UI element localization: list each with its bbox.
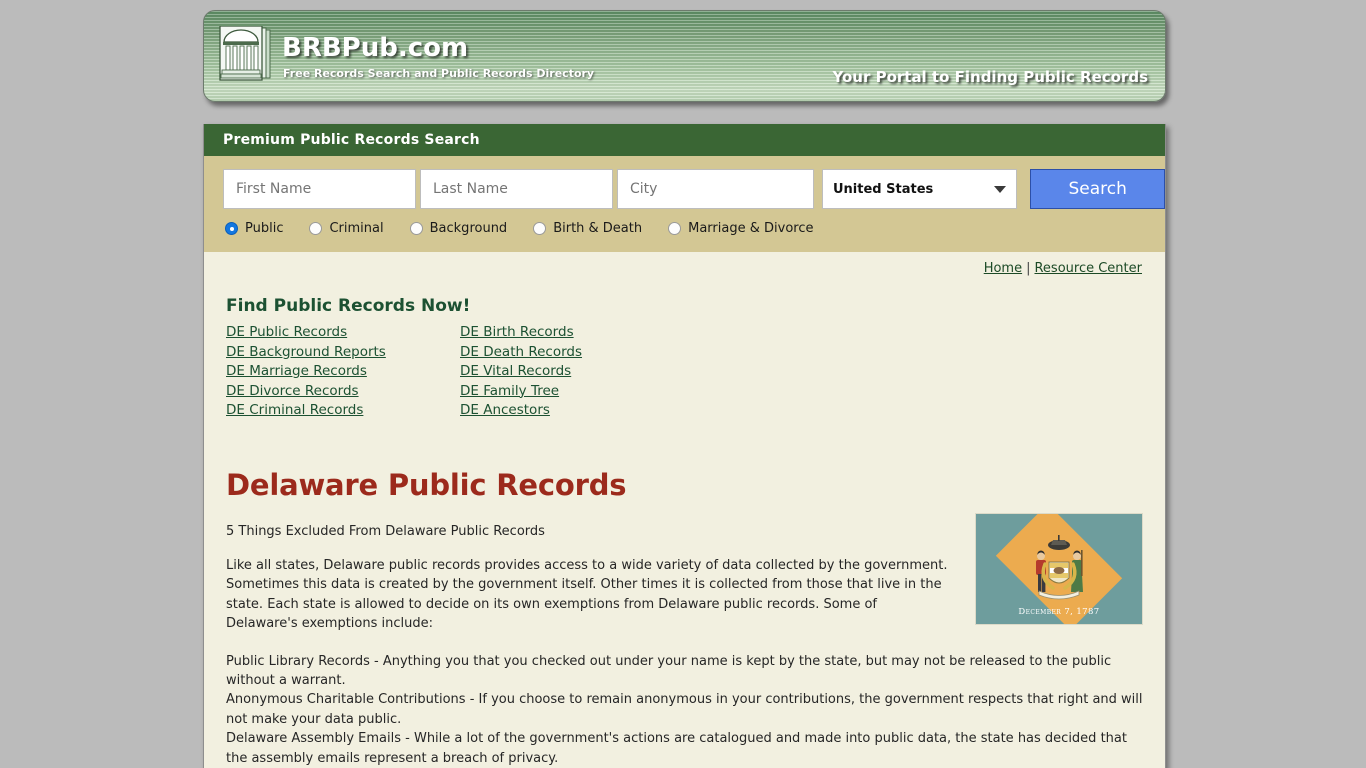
article-exclusions: Public Library Records - Anything you th… bbox=[226, 652, 1146, 768]
first-name-input[interactable] bbox=[223, 169, 416, 209]
radio-birth-death[interactable]: Birth & Death bbox=[533, 221, 642, 236]
search-panel-title: Premium Public Records Search bbox=[204, 124, 1165, 156]
main-panel: Premium Public Records Search United Sta… bbox=[203, 124, 1166, 768]
link-de-family-tree[interactable]: DE Family Tree bbox=[460, 382, 694, 402]
flag-coat-of-arms-icon bbox=[1027, 534, 1091, 600]
radio-background[interactable]: Background bbox=[409, 221, 508, 236]
delaware-state-flag: December 7, 1787 bbox=[975, 513, 1143, 625]
radio-marriage-divorce[interactable]: Marriage & Divorce bbox=[668, 221, 813, 236]
link-de-background-reports[interactable]: DE Background Reports bbox=[226, 343, 460, 363]
link-de-public-records[interactable]: DE Public Records bbox=[226, 323, 460, 343]
radio-background-label: Background bbox=[429, 221, 508, 236]
article-intro: Like all states, Delaware public records… bbox=[226, 557, 948, 632]
radio-background-dot[interactable] bbox=[409, 222, 423, 235]
home-link[interactable]: Home bbox=[984, 261, 1022, 276]
link-de-divorce-records[interactable]: DE Divorce Records bbox=[226, 382, 460, 402]
page-root: BRBPub.com Free Records Search and Publi… bbox=[0, 0, 1366, 768]
radio-public-label: Public bbox=[245, 221, 284, 236]
page-title: Delaware Public Records bbox=[226, 467, 627, 502]
exclusion-item-3: Delaware Assembly Emails - While a lot o… bbox=[226, 731, 1127, 766]
resource-center-link[interactable]: Resource Center bbox=[1034, 261, 1142, 276]
radio-public-dot[interactable] bbox=[225, 222, 238, 235]
radio-birth-death-dot[interactable] bbox=[533, 222, 547, 235]
country-select-value: United States bbox=[833, 181, 934, 197]
search-form: United States Search Public Criminal Bac… bbox=[204, 156, 1165, 252]
radio-birth-death-label: Birth & Death bbox=[553, 221, 643, 236]
link-de-ancestors[interactable]: DE Ancestors bbox=[460, 401, 694, 421]
radio-criminal-label: Criminal bbox=[329, 221, 384, 236]
site-banner: BRBPub.com Free Records Search and Publi… bbox=[203, 10, 1166, 102]
search-type-radio-group: Public Criminal Background Birth & Death… bbox=[204, 221, 1165, 236]
find-records-column-right: DE Birth Records DE Death Records DE Vit… bbox=[460, 323, 694, 421]
breadcrumb-separator: | bbox=[1026, 261, 1031, 276]
radio-criminal[interactable]: Criminal bbox=[309, 221, 384, 236]
find-records-column-left: DE Public Records DE Background Reports … bbox=[226, 323, 460, 421]
link-de-birth-records[interactable]: DE Birth Records bbox=[460, 323, 694, 343]
radio-criminal-dot[interactable] bbox=[309, 222, 323, 235]
chevron-down-icon bbox=[994, 185, 1007, 193]
country-select[interactable]: United States bbox=[822, 169, 1018, 209]
exclusion-item-2: Anonymous Charitable Contributions - If … bbox=[226, 692, 1143, 727]
last-name-input[interactable] bbox=[420, 169, 613, 209]
find-records-links: DE Public Records DE Background Reports … bbox=[226, 323, 1165, 421]
link-de-death-records[interactable]: DE Death Records bbox=[460, 343, 694, 363]
radio-marriage-divorce-dot[interactable] bbox=[668, 222, 682, 235]
find-records-heading: Find Public Records Now! bbox=[226, 296, 471, 316]
link-de-vital-records[interactable]: DE Vital Records bbox=[460, 362, 694, 382]
search-button[interactable]: Search bbox=[1030, 169, 1165, 209]
city-input[interactable] bbox=[617, 169, 814, 209]
brand-subtitle: Free Records Search and Public Records D… bbox=[283, 67, 595, 80]
radio-marriage-divorce-label: Marriage & Divorce bbox=[688, 221, 814, 236]
flag-date-text: December 7, 1787 bbox=[1018, 607, 1100, 617]
brand-title: BRBPub.com bbox=[282, 33, 469, 63]
radio-public[interactable]: Public bbox=[225, 221, 283, 236]
link-de-criminal-records[interactable]: DE Criminal Records bbox=[226, 401, 460, 421]
breadcrumb: Home | Resource Center bbox=[204, 252, 1165, 276]
link-de-marriage-records[interactable]: DE Marriage Records bbox=[226, 362, 460, 382]
exclusion-item-1: Public Library Records - Anything you th… bbox=[226, 653, 1112, 688]
banner-tagline: Your Portal to Finding Public Records bbox=[832, 68, 1148, 86]
courthouse-icon bbox=[218, 25, 272, 82]
